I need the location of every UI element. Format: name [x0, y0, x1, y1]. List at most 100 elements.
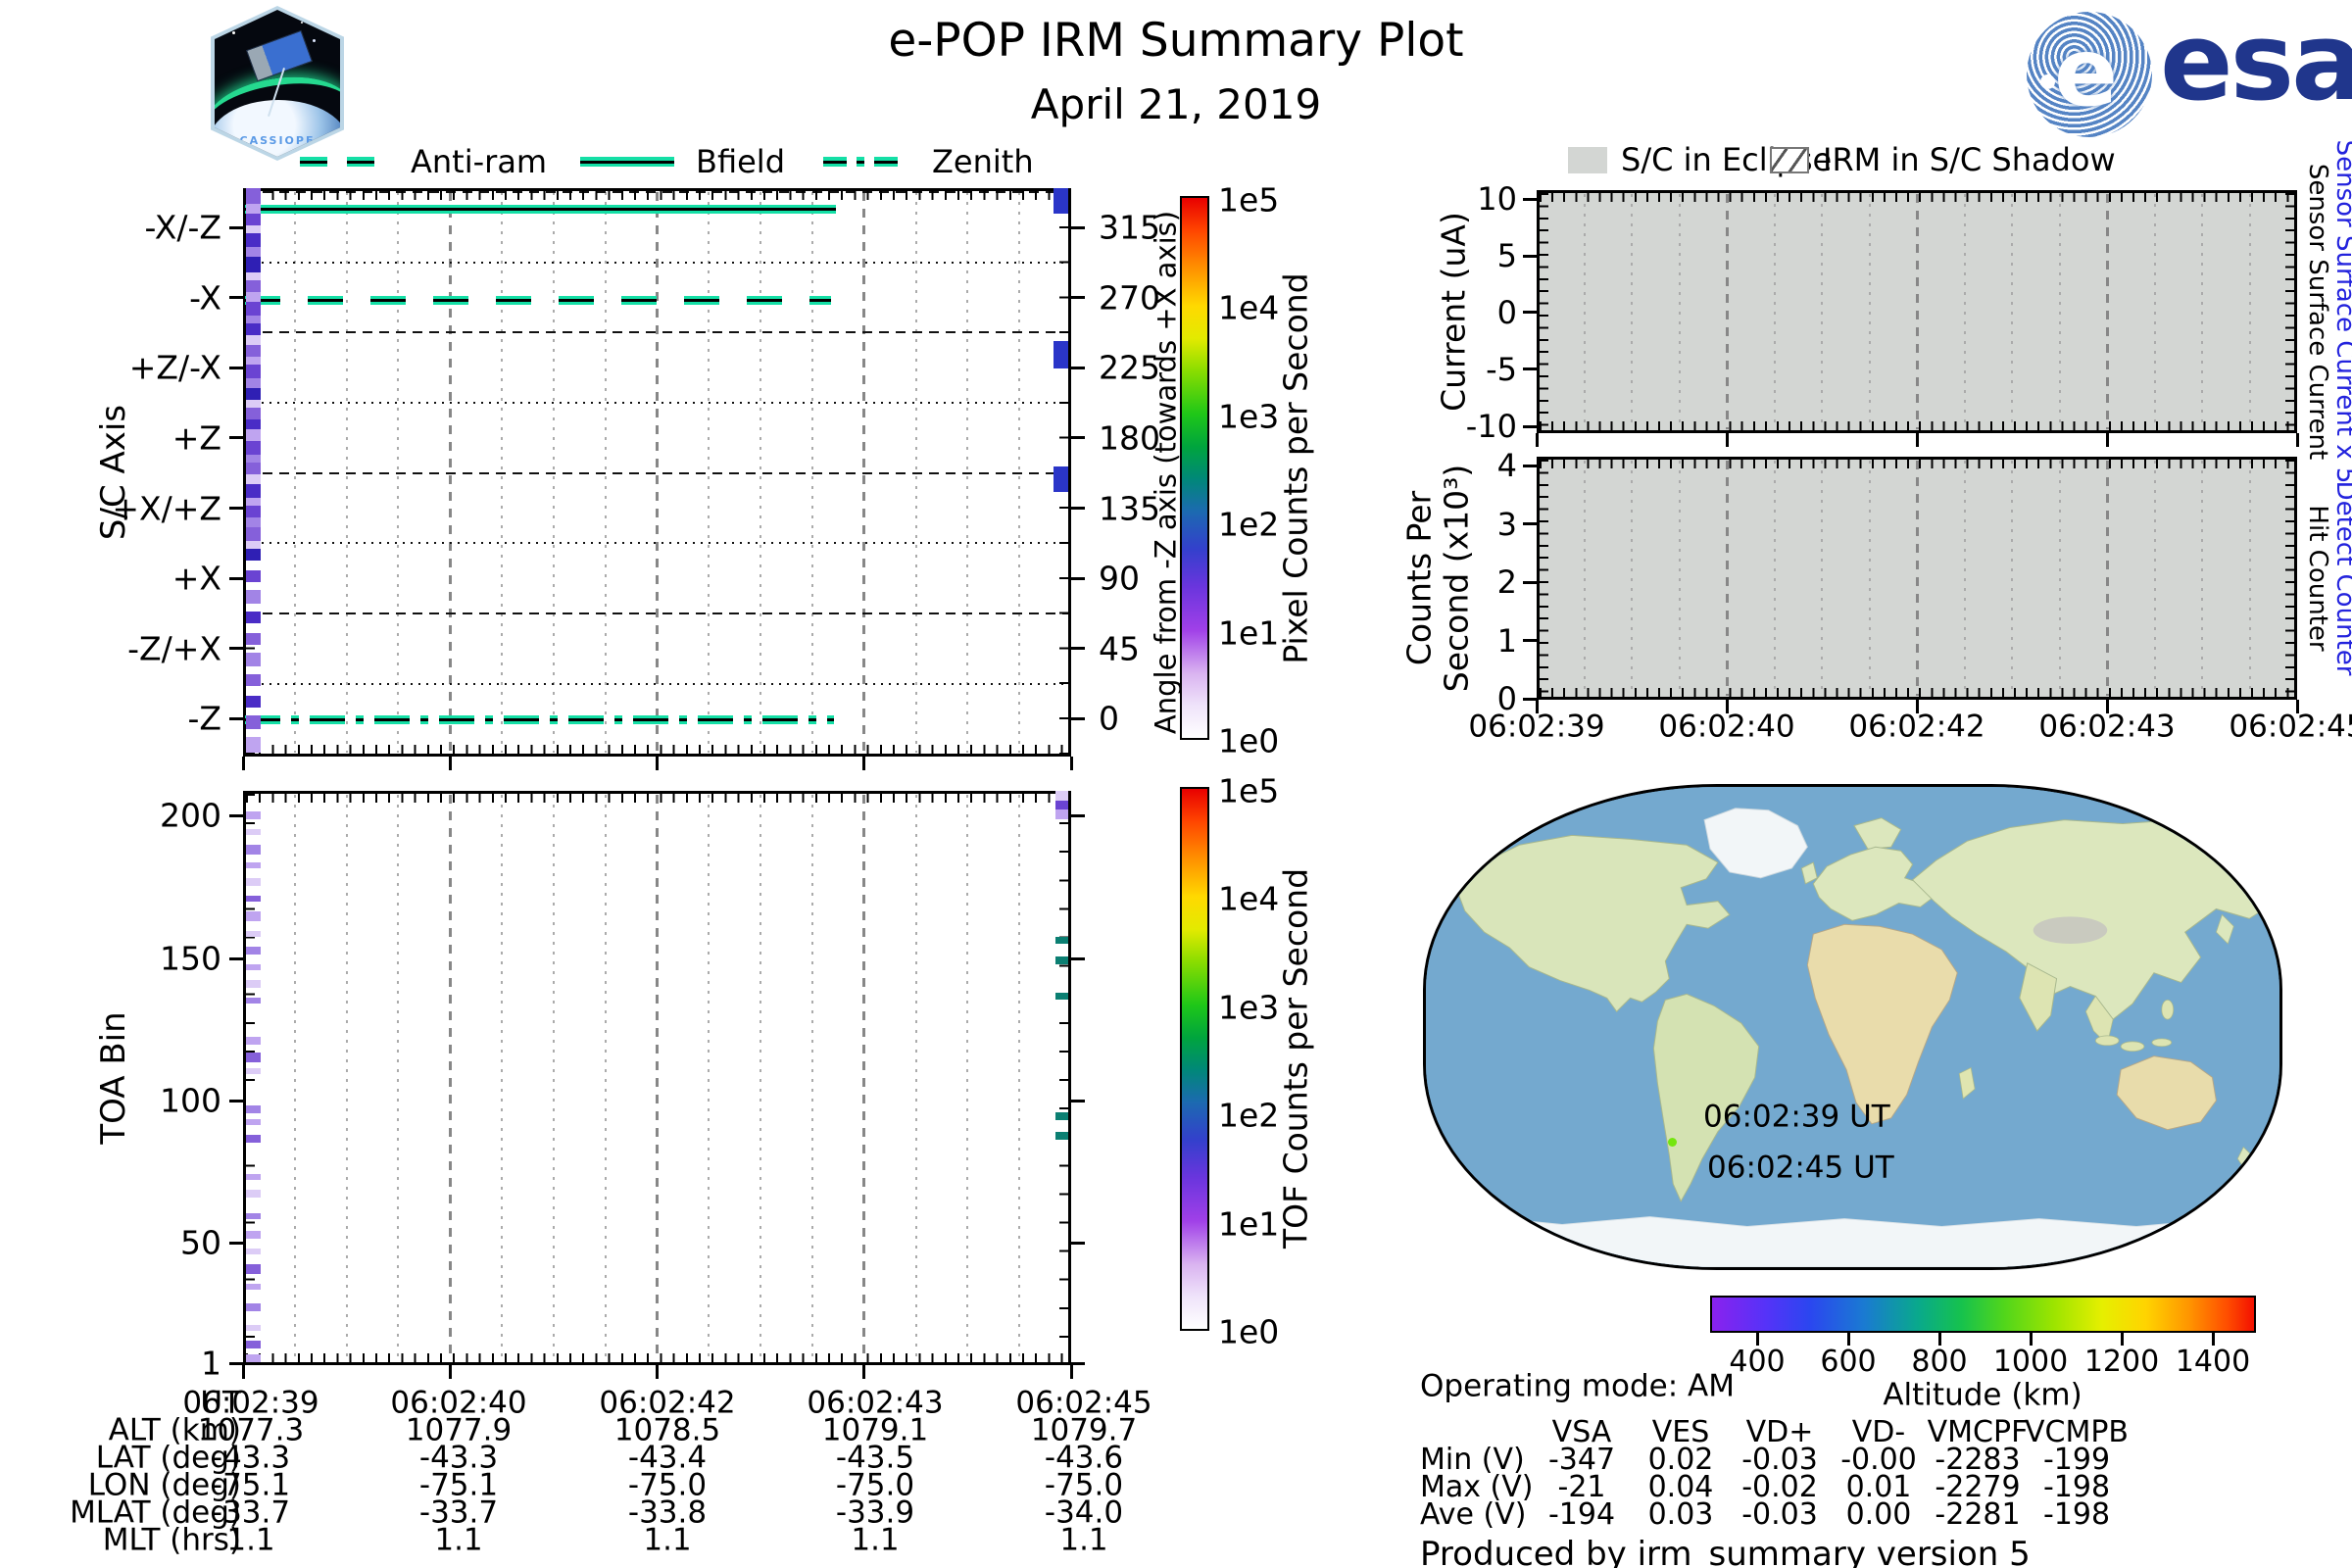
sc-axis-mark-left [246, 188, 261, 204]
sc-axis-mark-left [246, 408, 261, 419]
ytick-mark [229, 576, 243, 580]
ytick-mark [1523, 197, 1537, 201]
toa-mark-left [246, 862, 261, 868]
minor-ticks-y [2285, 460, 2294, 697]
track-dot [1668, 1138, 1677, 1147]
gridline-minor [708, 795, 710, 1361]
gridline-minor [1631, 194, 1633, 429]
star-dot [313, 39, 316, 42]
sc-axis-tick-label: +Z/-X [128, 348, 221, 387]
gridline-horizontal [246, 682, 1068, 685]
voltage-row-label: Ave (V) [1420, 1497, 1527, 1532]
gridline-minor [2248, 194, 2251, 429]
ytick-mark [229, 225, 243, 229]
angle-tick-label: 225 [1099, 348, 1160, 387]
ephemeris-cell: 1.1 [226, 1522, 275, 1558]
tof-colorbar-tick: 1e5 [1218, 771, 1280, 810]
toa-mark-left [246, 1284, 261, 1290]
sc-axis-mark-left [246, 400, 261, 408]
ytick-mark [1071, 366, 1085, 369]
counts-right-label-inner: Hit Counter [2303, 505, 2332, 652]
toa-mark-left [246, 896, 261, 902]
toa-mark-left [246, 1325, 261, 1331]
sc-axis-mark-left [246, 204, 261, 214]
cassiope-patch-art: CASSIOPE [215, 10, 340, 157]
tof-colorbar-tick: 1e4 [1218, 879, 1280, 918]
xtick-mark [862, 757, 866, 770]
map-time-label-start: 06:02:39 UT [1703, 1099, 1890, 1135]
pixel-colorbar-tick: 1e5 [1218, 180, 1280, 220]
minor-ticks-y [1059, 794, 1068, 1362]
toa-tick-label: 50 [180, 1223, 221, 1262]
toa-mark-left [246, 998, 261, 1004]
sc-axis-mark-left [246, 441, 261, 455]
xtick-mark [241, 757, 245, 770]
toa-mark-left [246, 1354, 261, 1362]
sc-axis-mark-left [246, 549, 261, 561]
gridline-minor [1773, 461, 1776, 696]
gridline-minor [1868, 194, 1871, 429]
ytick-mark [229, 1361, 243, 1365]
ytick-mark [1071, 436, 1085, 440]
toa-tick-label: 200 [160, 796, 221, 835]
toa-mark-left [246, 911, 261, 921]
angle-tick-label: 0 [1099, 699, 1119, 738]
sc-axis-mark-left [246, 316, 261, 323]
toa-mark-left [246, 811, 261, 819]
gridline-major [862, 795, 866, 1361]
page-subtitle: April 21, 2019 [1030, 80, 1322, 128]
ytick-mark [1071, 1099, 1085, 1102]
xtick-mark [862, 1365, 866, 1379]
gridline-minor [1018, 795, 1021, 1361]
angle-tick-label: 315 [1099, 208, 1160, 247]
sc-axis-mark-left [246, 345, 261, 357]
ytick-mark [1071, 576, 1085, 580]
toa-mark-left [246, 1303, 261, 1311]
ytick-mark [229, 1241, 243, 1245]
ytick-mark [229, 436, 243, 440]
legend-antiram-label: Anti-ram [411, 143, 548, 180]
sc-axis-mark-left [246, 388, 261, 400]
sc-axis-mark-left [246, 272, 261, 280]
toa-tick-label: 100 [160, 1081, 221, 1120]
gridline-major [656, 795, 659, 1361]
gridline-major [1915, 461, 1919, 696]
gridline-horizontal [246, 612, 1068, 615]
minor-ticks-x [246, 794, 1068, 803]
sc-axis-mark-left [246, 233, 261, 247]
gridline-minor [293, 795, 296, 1361]
sc-axis-mark-left [246, 653, 261, 666]
cassiope-label: CASSIOPE [239, 134, 316, 147]
counts-tick-label: 3 [1496, 505, 1517, 543]
counts-tick-label: 2 [1496, 564, 1517, 601]
sc-axis-tick-label: -Z/+X [127, 629, 221, 668]
gridline-minor [397, 795, 400, 1361]
toa-mark-left [246, 931, 261, 937]
sc-axis-tick-label: +X/+Z [112, 489, 221, 528]
sc-axis-tick-label: -X/-Z [144, 208, 221, 247]
toa-mark-left [246, 1174, 261, 1180]
voltage-cell: -198 [2042, 1497, 2111, 1532]
pixel-colorbar-tick: 1e3 [1218, 397, 1280, 436]
gridline-horizontal [246, 471, 1068, 474]
toa-mark-left [246, 1037, 261, 1045]
legend-shadow-swatch [1770, 147, 1809, 173]
sc-axis-mark-left [246, 570, 261, 582]
ytick-mark [229, 1099, 243, 1102]
produced-by-text: Produced by irm_summary version 5 [1420, 1535, 2031, 1568]
legend-zenith-sample-core [823, 160, 904, 164]
toa-bin-ylabel: TOA Bin [94, 1011, 133, 1145]
ytick-mark [1523, 424, 1537, 428]
gridline-minor [345, 795, 348, 1361]
gridline-minor [2153, 461, 2156, 696]
sc-axis-mark-left [246, 302, 261, 316]
gridline-minor [810, 795, 813, 1361]
legend-shadow-label: IRM in S/C Shadow [1823, 141, 2116, 178]
angle-tick-label: 270 [1099, 278, 1160, 318]
gridline-minor [552, 795, 555, 1361]
pixel-colorbar-tick: 1e0 [1218, 721, 1280, 760]
tof-colorbar-tick: 1e0 [1218, 1312, 1280, 1351]
gridline-horizontal [246, 402, 1068, 405]
sc-axis-mark-left [246, 612, 261, 623]
toa-mark-left [246, 1231, 261, 1239]
